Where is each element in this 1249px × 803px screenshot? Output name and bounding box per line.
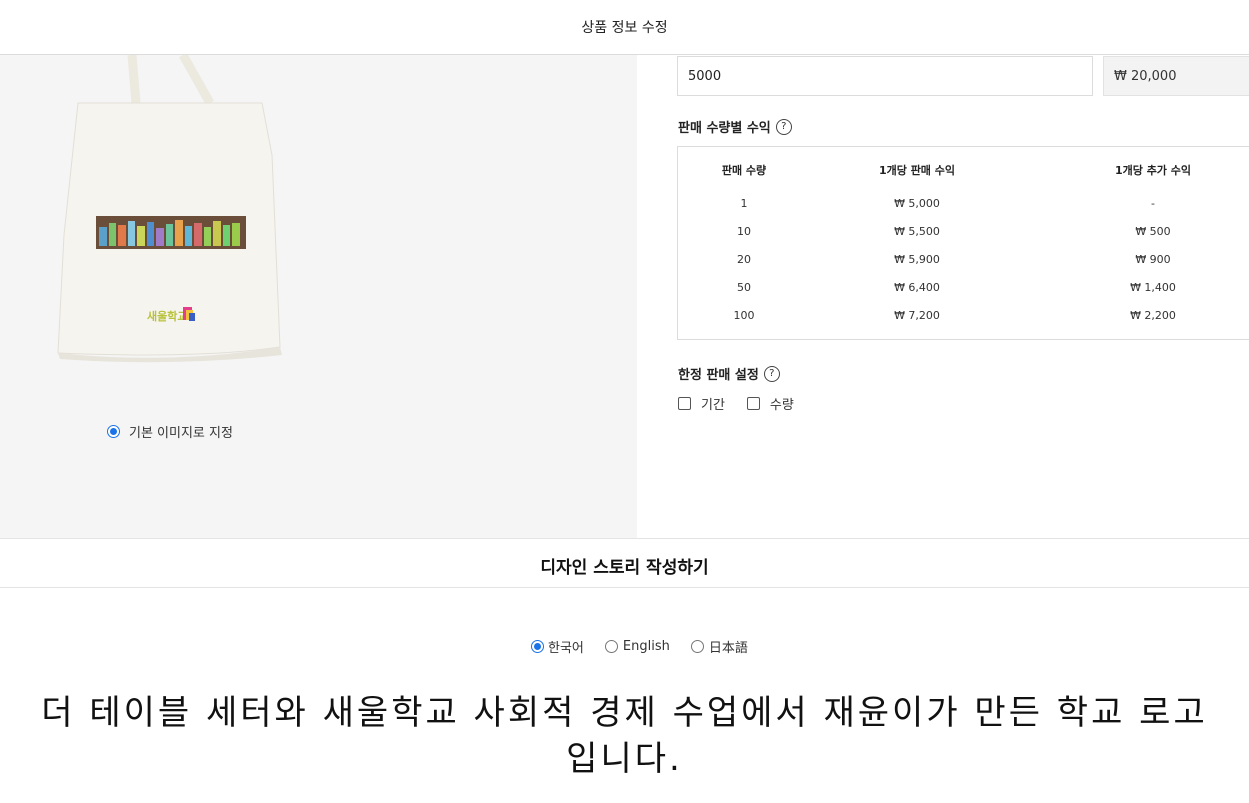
period-label: 기간 <box>701 398 725 413</box>
default-image-label: 기본 이미지로 지정 <box>129 426 233 441</box>
table-cell: - <box>1151 197 1155 210</box>
language-radio-ko[interactable] <box>531 640 544 653</box>
column-header: 1개당 판매 수익 <box>878 164 956 177</box>
design-story-header: 디자인 스토리 작성하기 <box>0 538 1249 588</box>
language-selector: 한국어 English 日本語 <box>531 637 769 656</box>
language-radio-en[interactable] <box>604 640 618 653</box>
column-header: 1개당 추가 수익 <box>1114 164 1192 177</box>
period-checkbox[interactable] <box>678 397 691 410</box>
table-cell: 20 <box>737 253 751 266</box>
table-cell: ₩ 5,500 <box>894 225 940 238</box>
language-label-ja: 日本語 <box>708 641 748 656</box>
language-radio-ja[interactable] <box>690 640 704 653</box>
language-label-ko: 한국어 <box>548 641 584 656</box>
product-info-panel: 5000 ₩ 20,000 판매 수량별 수익 ? 판매 수량 1개당 판매 수… <box>637 55 1249 538</box>
page-title: 상품 정보 수정 <box>581 20 668 36</box>
limit-period-option[interactable]: 기간 <box>678 394 725 413</box>
table-cell: ₩ 900 <box>1135 253 1171 266</box>
table-cell: ₩ 500 <box>1135 225 1171 238</box>
language-label-en: English <box>622 639 670 654</box>
help-icon[interactable]: ? <box>763 365 780 382</box>
limit-options: 기간 수량 <box>678 394 816 413</box>
top-bar: 상품 정보 수정 <box>0 0 1249 55</box>
product-image-panel: 새울학교 기본 이미지로 지정 <box>0 55 637 538</box>
design-story-text[interactable]: 더 테이블 세터와 새울학교 사회적 경제 수업에서 재윤이가 만든 학교 로고… <box>40 690 1209 782</box>
design-story-title: 디자인 스토리 작성하기 <box>540 558 709 578</box>
table-cell: ₩ 5,900 <box>894 253 940 266</box>
profit-table: 판매 수량 1개당 판매 수익 1개당 추가 수익 1 ₩ 5,000 - 10… <box>677 146 1249 340</box>
table-cell: 10 <box>737 225 751 238</box>
table-cell: ₩ 6,400 <box>894 281 940 294</box>
table-cell: 1 <box>740 197 748 210</box>
table-cell: ₩ 7,200 <box>894 309 940 322</box>
table-cell: 100 <box>733 309 755 322</box>
bag-logo-text: 새울학교 <box>147 309 187 323</box>
tote-bag-image: 새울학교 <box>57 55 282 363</box>
table-cell: 50 <box>737 281 751 294</box>
table-cell: ₩ 2,200 <box>1130 309 1176 322</box>
language-option-ja[interactable]: 日本語 <box>690 637 748 656</box>
limit-label-text: 한정 판매 설정 <box>678 368 759 383</box>
default-image-radio[interactable] <box>107 425 120 438</box>
limit-quantity-option[interactable]: 수량 <box>746 394 794 413</box>
limit-section-label: 한정 판매 설정 ? <box>678 364 780 383</box>
quantity-checkbox[interactable] <box>746 397 760 410</box>
table-cell: ₩ 1,400 <box>1130 281 1176 294</box>
column-header: 판매 수량 <box>721 164 767 177</box>
quantity-input[interactable]: 5000 <box>677 56 1093 96</box>
help-icon[interactable]: ? <box>775 118 792 135</box>
default-image-option[interactable]: 기본 이미지로 지정 <box>107 422 233 441</box>
profit-label-text: 판매 수량별 수익 <box>678 121 771 136</box>
price-field: ₩ 20,000 <box>1103 56 1249 96</box>
profit-section-label: 판매 수량별 수익 ? <box>678 117 792 136</box>
language-option-en[interactable]: English <box>604 639 670 654</box>
table-cell: ₩ 5,000 <box>894 197 940 210</box>
language-option-ko[interactable]: 한국어 <box>531 637 584 656</box>
quantity-label: 수량 <box>769 398 794 413</box>
